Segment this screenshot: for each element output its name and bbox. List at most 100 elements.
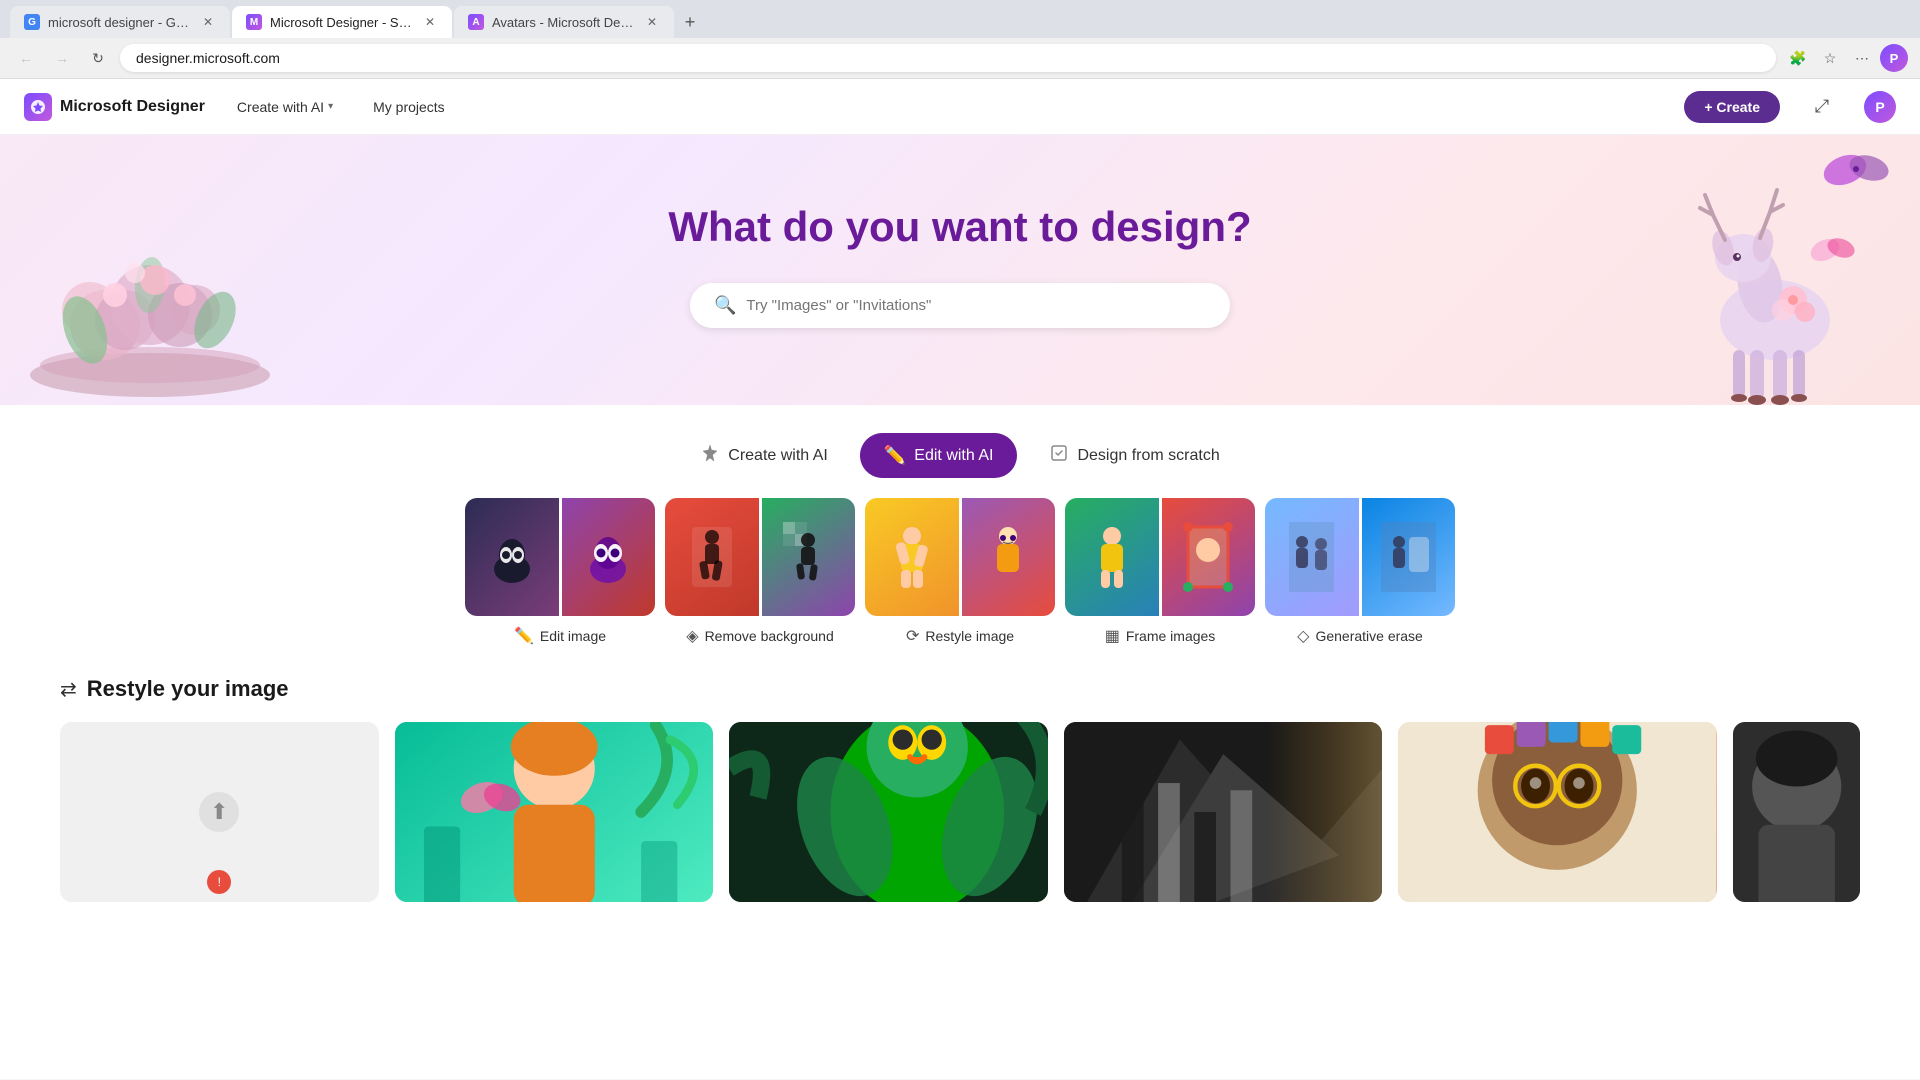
frame-images-label: ▦ Frame images — [1105, 626, 1216, 646]
restyle-section-icon: ⇄ — [60, 677, 77, 702]
browser-addressbar: ← → ↻ 🧩 ☆ ⋯ P — [0, 38, 1920, 78]
upload-icon: ⬆ — [199, 792, 239, 832]
restyle-right — [962, 498, 1056, 616]
tab-title-2: Microsoft Designer - Stunning... — [270, 15, 414, 30]
browser-chrome: G microsoft designer - Google S... ✕ M M… — [0, 0, 1920, 79]
create-with-ai-nav-label: Create with AI — [237, 99, 324, 115]
brand-logo-icon — [24, 93, 52, 121]
tab-close-1[interactable]: ✕ — [200, 14, 216, 30]
browser-menu-button[interactable]: ⋯ — [1848, 44, 1876, 72]
create-with-ai-chevron-icon: ▾ — [328, 101, 333, 112]
tab-favicon-1: G — [24, 14, 40, 30]
frame-images-preview — [1065, 498, 1255, 616]
restyle-card-2[interactable] — [729, 722, 1048, 902]
create-button[interactable]: + Create — [1684, 91, 1780, 123]
restyle-upload-card[interactable]: ⬆ ! — [60, 722, 379, 902]
upload-indicator: ! — [207, 870, 231, 894]
address-input[interactable] — [120, 44, 1776, 72]
restyle-card-3[interactable] — [1064, 722, 1383, 902]
edit-with-ai-tab-icon: ✏️ — [884, 445, 906, 466]
create-button-label: + Create — [1704, 99, 1760, 115]
browser-tab-1[interactable]: G microsoft designer - Google S... ✕ — [10, 6, 230, 38]
restyle-gallery: ⬆ ! — [60, 722, 1860, 902]
hero-section: What do you want to design? 🔍 — [0, 135, 1920, 405]
edit-image-left — [465, 498, 559, 616]
gallery-item-generative-erase[interactable]: ◇ Generative erase — [1260, 498, 1460, 646]
user-avatar[interactable]: P — [1864, 91, 1896, 123]
gallery-item-edit-image[interactable]: ✏️ Edit image — [460, 498, 660, 646]
extensions-button[interactable]: 🧩 — [1784, 44, 1812, 72]
generative-erase-label: ◇ Generative erase — [1297, 626, 1423, 646]
restyle-card-4[interactable] — [1398, 722, 1717, 902]
gallery-item-restyle-image[interactable]: ⟳ Restyle image — [860, 498, 1060, 646]
design-from-scratch-tab-icon — [1049, 443, 1069, 468]
generative-erase-preview — [1265, 498, 1455, 616]
tab-design-from-scratch-label: Design from scratch — [1077, 447, 1219, 465]
restyle-left — [865, 498, 959, 616]
brand[interactable]: Microsoft Designer — [24, 93, 205, 121]
browser-tab-3[interactable]: A Avatars - Microsoft Designer ✕ — [454, 6, 674, 38]
tab-edit-with-ai[interactable]: ✏️ Edit with AI — [860, 433, 1018, 478]
create-with-ai-tab-icon — [700, 443, 720, 468]
my-projects-nav[interactable]: My projects — [365, 93, 453, 121]
browser-tabs: G microsoft designer - Google S... ✕ M M… — [0, 0, 1920, 38]
restyle-card-1-visual — [395, 722, 714, 902]
deer-right-decoration — [1605, 140, 1905, 405]
edit-image-preview — [465, 498, 655, 616]
generative-erase-label-icon: ◇ — [1297, 626, 1309, 646]
restyle-card-5[interactable] — [1733, 722, 1860, 902]
restyle-card-4-visual — [1398, 722, 1717, 902]
edit-image-label: ✏️ Edit image — [514, 626, 606, 646]
restyle-image-label-icon: ⟳ — [906, 626, 919, 646]
restyle-image-label: ⟳ Restyle image — [906, 626, 1014, 646]
upload-indicator-icon: ! — [218, 875, 221, 889]
app-container: Microsoft Designer Create with AI ▾ My p… — [0, 79, 1920, 1079]
tab-favicon-3: A — [468, 14, 484, 30]
browser-tab-2[interactable]: M Microsoft Designer - Stunning... ✕ — [232, 6, 452, 38]
search-input[interactable] — [746, 297, 1206, 314]
generative-erase-left — [1265, 498, 1359, 616]
hero-content: What do you want to design? 🔍 — [668, 202, 1251, 327]
tab-close-2[interactable]: ✕ — [422, 14, 438, 30]
tab-title-1: microsoft designer - Google S... — [48, 15, 192, 30]
generative-erase-label-text: Generative erase — [1315, 628, 1422, 644]
restyle-section-title: Restyle your image — [87, 676, 289, 702]
gallery-item-remove-background[interactable]: ◈ Remove background — [660, 498, 860, 646]
tab-title-3: Avatars - Microsoft Designer — [492, 15, 636, 30]
share-icon-button[interactable]: ⤢ — [1804, 89, 1840, 125]
restyle-section: ⇄ Restyle your image ⬆ ! — [0, 656, 1920, 932]
hero-title: What do you want to design? — [668, 202, 1251, 252]
tab-close-3[interactable]: ✕ — [644, 14, 660, 30]
gallery-item-frame-images[interactable]: ▦ Frame images — [1060, 498, 1260, 646]
tab-create-with-ai[interactable]: Create with AI — [676, 433, 852, 478]
remove-bg-preview — [665, 498, 855, 616]
upload-label: ! — [207, 870, 231, 894]
refresh-button[interactable]: ↻ — [84, 44, 112, 72]
brand-name: Microsoft Designer — [60, 98, 205, 116]
frame-images-label-text: Frame images — [1126, 628, 1215, 644]
favorites-button[interactable]: ☆ — [1816, 44, 1844, 72]
browser-profile-avatar[interactable]: P — [1880, 44, 1908, 72]
create-with-ai-nav[interactable]: Create with AI ▾ — [229, 93, 341, 121]
restyle-card-2-visual — [729, 722, 1048, 902]
forward-button[interactable]: → — [48, 44, 76, 72]
search-icon: 🔍 — [714, 295, 736, 316]
restyle-card-3-visual — [1064, 722, 1383, 902]
edit-image-label-icon: ✏️ — [514, 626, 534, 646]
back-button[interactable]: ← — [12, 44, 40, 72]
remove-background-label: ◈ Remove background — [686, 626, 834, 646]
hero-search-box: 🔍 — [690, 283, 1230, 328]
restyle-card-1[interactable] — [395, 722, 714, 902]
frame-right — [1162, 498, 1256, 616]
frame-left — [1065, 498, 1159, 616]
tabs-section: Create with AI ✏️ Edit with AI Design fr… — [0, 405, 1920, 498]
edit-image-label-text: Edit image — [540, 628, 606, 644]
tab-favicon-2: M — [246, 14, 262, 30]
navbar: Microsoft Designer Create with AI ▾ My p… — [0, 79, 1920, 135]
tab-design-from-scratch[interactable]: Design from scratch — [1025, 433, 1243, 478]
generative-erase-right — [1362, 498, 1456, 616]
new-tab-button[interactable]: + — [676, 8, 704, 36]
restyle-image-preview — [865, 498, 1055, 616]
remove-bg-right — [762, 498, 856, 616]
remove-bg-left — [665, 498, 759, 616]
